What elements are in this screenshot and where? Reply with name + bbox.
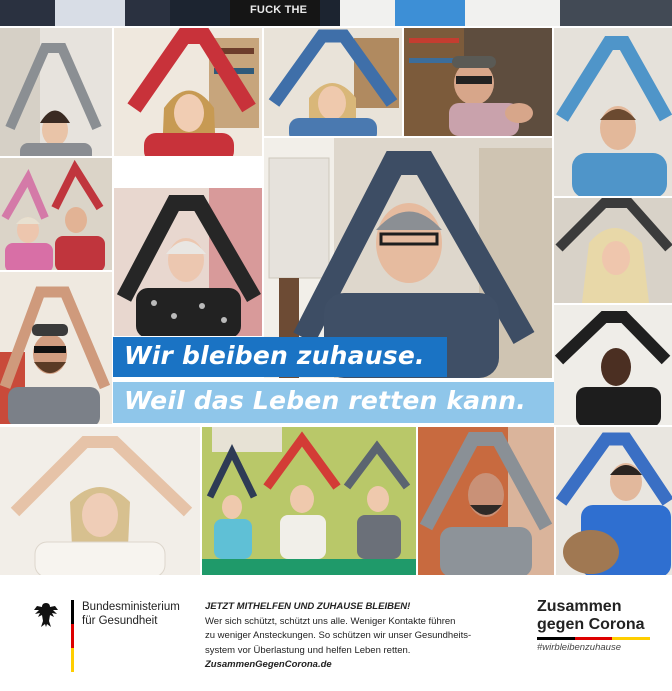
photo-man-blue-shirt [554,28,672,196]
campaign-logo: Zusammen gegen Corona #wirbleibenzuhause [537,598,651,653]
campaign-message: JETZT MITHELFEN UND ZUHAUSE BLEIBEN! Wer… [205,600,520,673]
photo-man-with-dog [556,427,672,575]
campaign-color-bar [537,637,651,640]
ministry-name: Bundesministerium für Gesundheit [82,600,180,628]
campaign-hashtag: #wirbleibenzuhause [537,642,621,653]
campaign-headline: JETZT MITHELFEN UND ZUHAUSE BLEIBEN! [205,601,411,612]
body-line-3: system vor Überlastung und helfen Leben … [205,644,411,656]
campaign-title-line-1: Zusammen [537,598,622,615]
photo-man-with-cap [404,28,552,136]
photo-three-children [202,427,416,575]
photo-girl-red-sweater [114,28,262,156]
photo-elderly-woman [114,188,262,336]
ministry-line-2: für Gesundheit [82,615,158,627]
photo-woman-grey-sweater [0,28,112,156]
photo-man-grey-hoodie [418,427,554,575]
photo-older-couple [0,158,112,270]
headline-line-2: Weil das Leben retten kann. [124,386,526,415]
campaign-title-line-2: gegen Corona [537,616,645,633]
photo-man-dark-sweater [554,305,672,425]
headline-line-1: Wir bleiben zuhause. [124,341,425,370]
shirt-text: FUCK THE [250,4,308,16]
body-line-2: zu weniger Ansteckungen. So schützen wir… [205,630,472,642]
german-flag-stripe [71,600,74,672]
body-line-1: Wer sich schützt, schützt uns alle. Weni… [205,615,456,627]
ministry-line-1: Bundesministerium [82,601,180,613]
photo-blonde-woman [264,28,402,136]
campaign-poster: FUCK THE Wir bleiben zuhause. Weil das L… [0,0,672,691]
photo-bearded-man-cap [0,272,112,424]
photo-blonde-woman-white [0,427,200,575]
photo-blonde-woman-right [554,198,672,303]
campaign-url-link[interactable]: ZusammenGegenCorona.de [205,658,520,673]
top-photo-strip [0,0,672,26]
federal-eagle-icon [34,603,58,627]
